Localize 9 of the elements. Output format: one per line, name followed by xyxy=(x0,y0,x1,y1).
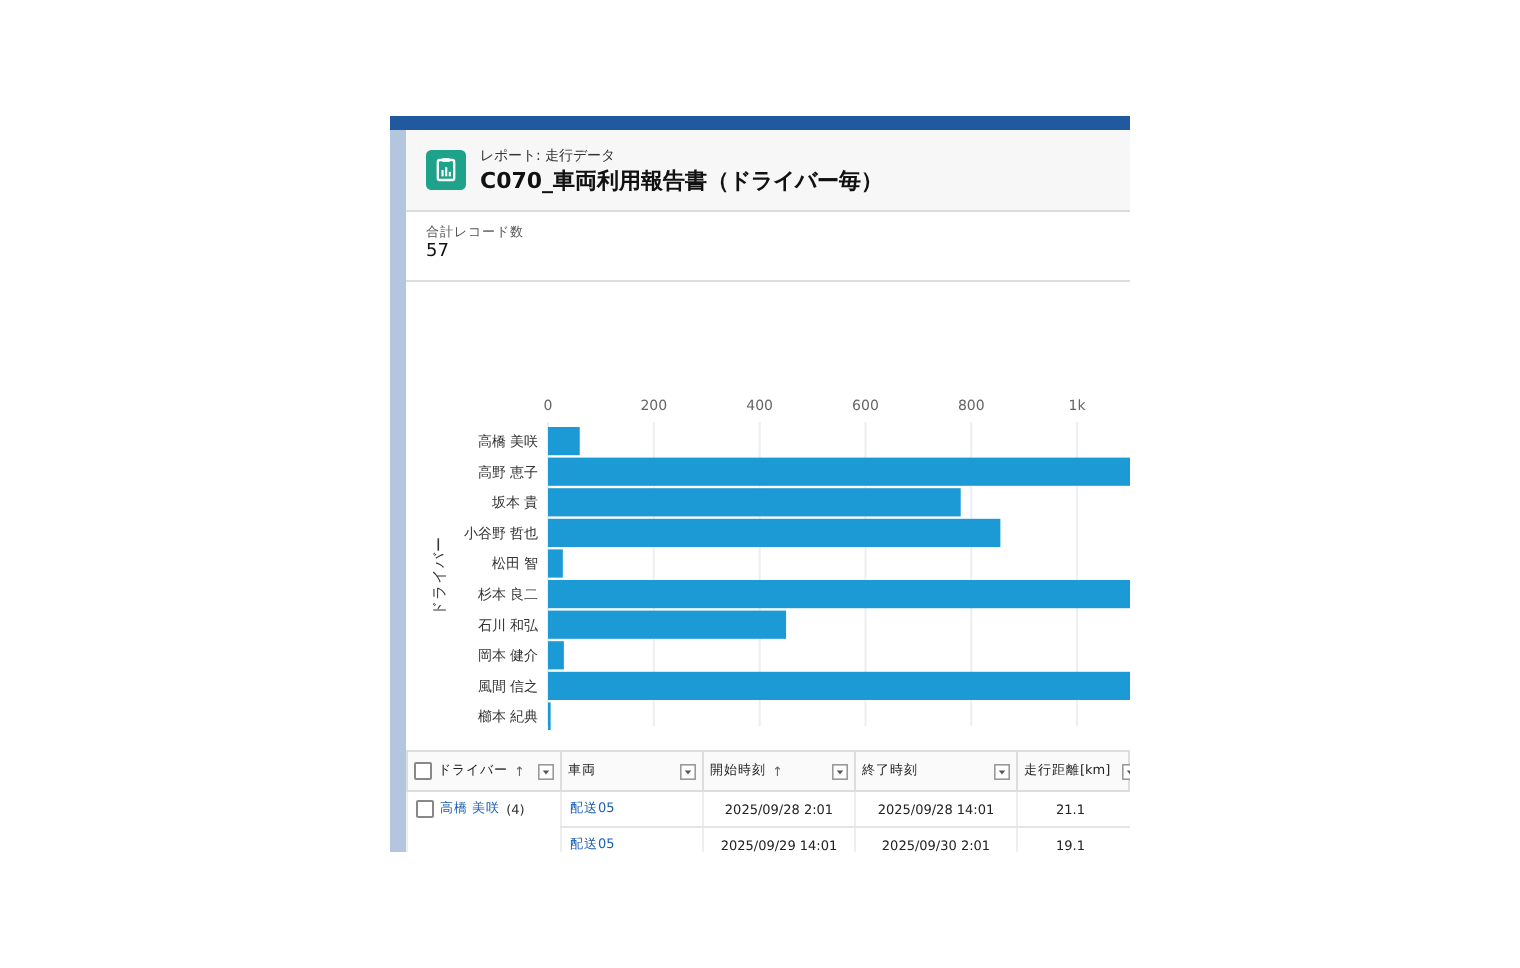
dropdown-icon[interactable] xyxy=(680,763,696,779)
checkbox[interactable] xyxy=(414,762,432,780)
checkbox[interactable] xyxy=(416,800,434,819)
dropdown-icon[interactable] xyxy=(538,763,554,779)
report-icon xyxy=(426,150,466,190)
record-count-value: 57 xyxy=(426,242,451,262)
dropdown-icon[interactable] xyxy=(832,763,848,779)
report-title: C070_車両利用報告書（ドライバー毎） xyxy=(480,165,884,195)
dropdown-icon[interactable] xyxy=(994,763,1010,779)
